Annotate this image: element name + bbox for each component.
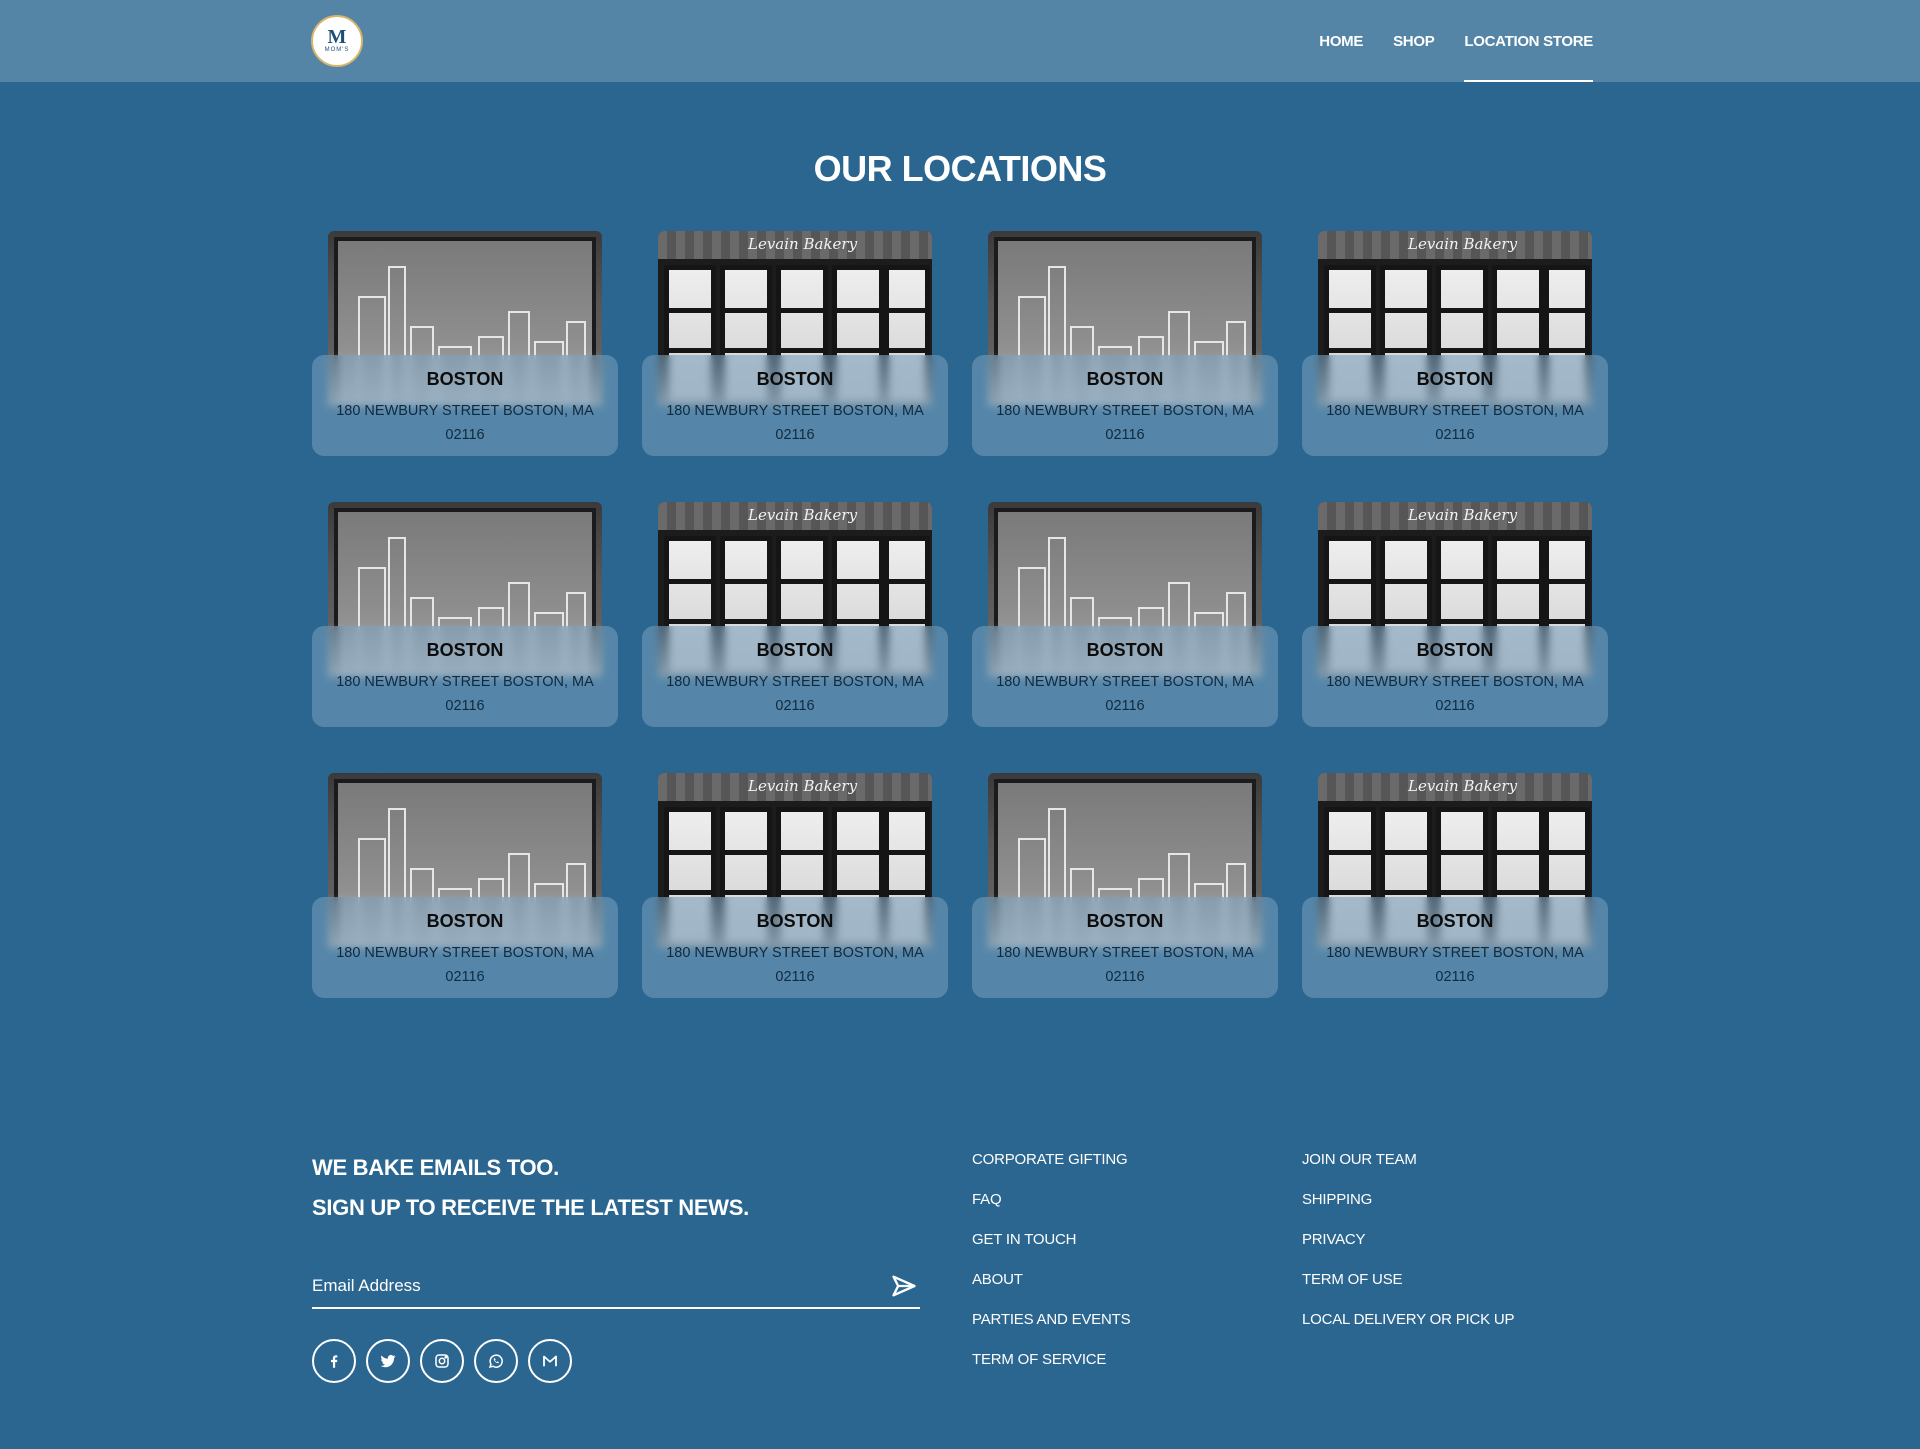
location-city: BOSTON xyxy=(426,911,504,931)
location-card[interactable]: Levain Bakery BOSTON 180 NEWBURY STREET BO… xyxy=(642,231,948,456)
email-input[interactable] xyxy=(312,1266,872,1306)
footer-link[interactable]: GET IN TOUCH xyxy=(972,1230,1130,1270)
location-city: BOSTON xyxy=(1086,640,1164,660)
send-icon[interactable] xyxy=(890,1272,918,1300)
location-address: 180 NEWBURY STREET BOSTON, MA 02116 xyxy=(666,674,924,714)
location-city: BOSTON xyxy=(426,640,504,660)
location-card[interactable]: Levain Bakery BOSTON 180 NEWBURY STREET BO… xyxy=(1302,231,1608,456)
location-address: 180 NEWBURY STREET BOSTON, MA 02116 xyxy=(996,945,1254,985)
location-city: BOSTON xyxy=(426,369,504,389)
instagram-icon[interactable] xyxy=(420,1339,464,1383)
footer-link[interactable]: CORPORATE GIFTING xyxy=(972,1150,1130,1190)
newsletter-heading: WE BAKE EMAILS TOO. xyxy=(312,1155,559,1180)
locations-grid: BOSTON 180 NEWBURY STREET BOSTON, MA 0211… xyxy=(312,231,1608,998)
location-card[interactable]: Levain Bakery BOSTON 180 NEWBURY STREET BO… xyxy=(1302,773,1608,998)
footer-link[interactable]: ABOUT xyxy=(972,1270,1130,1310)
brand-logo[interactable]: M MOM'S xyxy=(311,15,363,67)
footer-link[interactable]: LOCAL DELIVERY OR PICK UP xyxy=(1302,1310,1515,1350)
photo-sign-text: Levain Bakery xyxy=(1408,777,1518,795)
footer-links-col1: CORPORATE GIFTING FAQ GET IN TOUCH ABOUT PAR… xyxy=(972,1150,1131,1390)
location-address: 180 NEWBURY STREET BOSTON, MA 02116 xyxy=(666,403,924,443)
photo-sign-text: Levain Bakery xyxy=(1408,235,1518,253)
location-city: BOSTON xyxy=(756,911,834,931)
location-card[interactable]: BOSTON 180 NEWBURY STREET BOSTON, MA 0211… xyxy=(312,773,618,998)
location-city: BOSTON xyxy=(1086,911,1164,931)
footer-link[interactable]: PRIVACY xyxy=(1302,1230,1514,1270)
main-nav: HOME SHOP LOCATION STORE xyxy=(1319,0,1593,82)
footer-links-col2: JOIN OUR TEAM SHIPPING PRIVACY TERM OF USE L… xyxy=(1302,1150,1515,1350)
location-address: 180 NEWBURY STREET BOSTON, MA 02116 xyxy=(666,945,924,985)
location-address: 180 NEWBURY STREET BOSTON, MA 02116 xyxy=(336,674,594,714)
location-card[interactable]: BOSTON 180 NEWBURY STREET BOSTON, MA 0211… xyxy=(972,502,1278,727)
nav-location-store[interactable]: LOCATION STORE xyxy=(1464,0,1593,82)
footer-link[interactable]: FAQ xyxy=(972,1190,1130,1230)
footer-link[interactable]: PARTIES AND EVENTS xyxy=(972,1310,1131,1350)
site-header: M MOM'S HOME SHOP LOCATION STORE xyxy=(0,0,1920,82)
footer-link[interactable]: TERM OF USE xyxy=(1302,1270,1514,1310)
footer-link[interactable]: JOIN OUR TEAM xyxy=(1302,1150,1514,1190)
whatsapp-icon[interactable] xyxy=(474,1339,518,1383)
photo-sign-text: Levain Bakery xyxy=(748,235,858,253)
footer-link[interactable]: SHIPPING xyxy=(1302,1190,1514,1230)
nav-shop[interactable]: SHOP xyxy=(1393,0,1435,82)
photo-sign-text: Levain Bakery xyxy=(748,506,858,524)
location-address: 180 NEWBURY STREET BOSTON, MA 02116 xyxy=(1326,945,1584,985)
location-address: 180 NEWBURY STREET BOSTON, MA 02116 xyxy=(996,674,1254,714)
location-address: 180 NEWBURY STREET BOSTON, MA 02116 xyxy=(336,945,594,985)
location-city: BOSTON xyxy=(1416,911,1494,931)
location-address: 180 NEWBURY STREET BOSTON, MA 02116 xyxy=(996,403,1254,443)
facebook-icon[interactable] xyxy=(312,1339,356,1383)
logo-text: MOM'S xyxy=(324,47,350,53)
location-city: BOSTON xyxy=(756,369,834,389)
location-address: 180 NEWBURY STREET BOSTON, MA 02116 xyxy=(1326,674,1584,714)
photo-sign-text: Levain Bakery xyxy=(748,777,858,795)
twitter-icon[interactable] xyxy=(366,1339,410,1383)
page-title: OUR LOCATIONS xyxy=(813,148,1107,189)
location-card[interactable]: Levain Bakery BOSTON 180 NEWBURY STREET BO… xyxy=(642,502,948,727)
location-city: BOSTON xyxy=(1416,640,1494,660)
footer-link[interactable]: TERM OF SERVICE xyxy=(972,1350,1130,1390)
location-card[interactable]: BOSTON 180 NEWBURY STREET BOSTON, MA 0211… xyxy=(972,773,1278,998)
newsletter-form xyxy=(312,1266,920,1309)
location-card[interactable]: BOSTON 180 NEWBURY STREET BOSTON, MA 0211… xyxy=(972,231,1278,456)
location-city: BOSTON xyxy=(1086,369,1164,389)
logo-mark: M xyxy=(327,26,347,48)
photo-sign-text: Levain Bakery xyxy=(1408,506,1518,524)
location-card[interactable]: Levain Bakery BOSTON 180 NEWBURY STREET BO… xyxy=(642,773,948,998)
location-address: 180 NEWBURY STREET BOSTON, MA 02116 xyxy=(1326,403,1584,443)
location-city: BOSTON xyxy=(1416,369,1494,389)
location-card[interactable]: Levain Bakery BOSTON 180 NEWBURY STREET BO… xyxy=(1302,502,1608,727)
location-city: BOSTON xyxy=(756,640,834,660)
newsletter-subheading: SIGN UP TO RECEIVE THE LATEST NEWS. xyxy=(312,1195,749,1220)
location-card[interactable]: BOSTON 180 NEWBURY STREET BOSTON, MA 0211… xyxy=(312,231,618,456)
gmail-icon[interactable] xyxy=(528,1339,572,1383)
location-address: 180 NEWBURY STREET BOSTON, MA 02116 xyxy=(336,403,594,443)
social-links xyxy=(312,1339,572,1383)
nav-home[interactable]: HOME xyxy=(1319,0,1363,82)
location-card[interactable]: BOSTON 180 NEWBURY STREET BOSTON, MA 0211… xyxy=(312,502,618,727)
